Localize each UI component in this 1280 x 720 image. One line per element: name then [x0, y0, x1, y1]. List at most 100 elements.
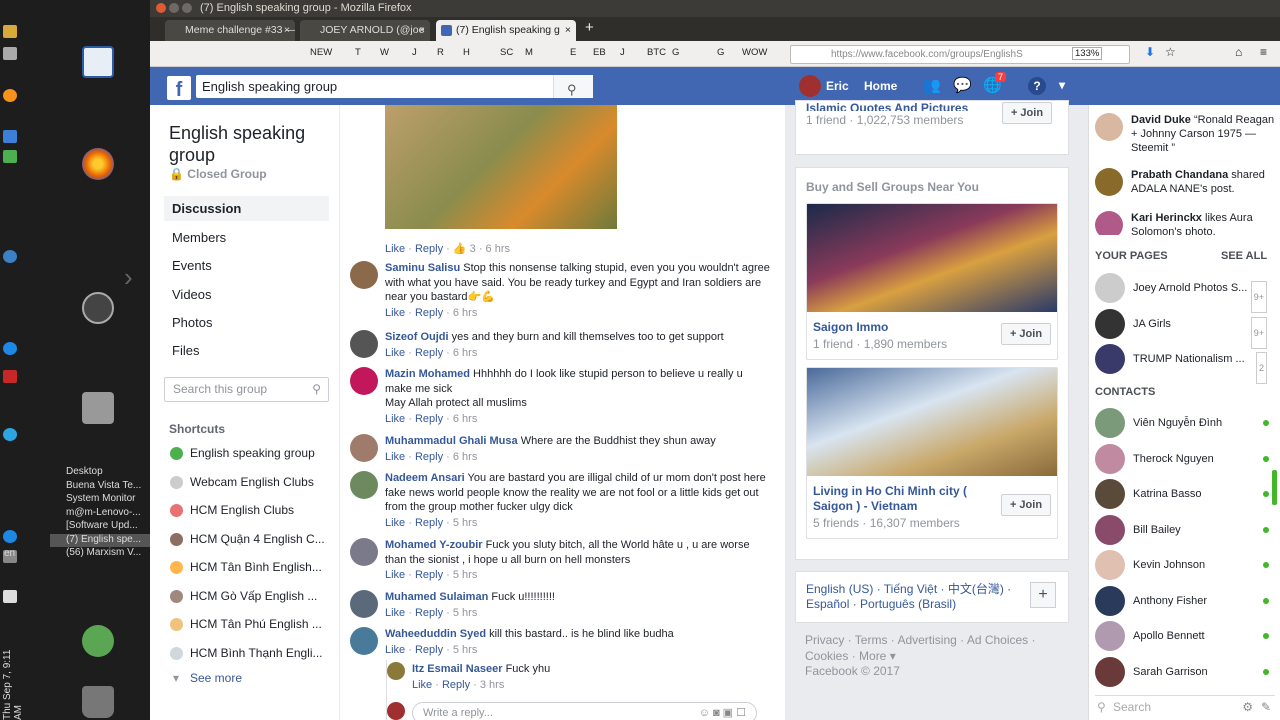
commenter-name[interactable]: Waheeduddin Syed — [385, 628, 486, 640]
maximize-window-icon[interactable] — [182, 3, 192, 13]
star-icon[interactable]: ☆ — [1165, 45, 1176, 59]
battery-icon[interactable] — [3, 590, 17, 603]
friend-requests-icon[interactable]: 👥 — [922, 76, 941, 94]
like-link[interactable]: Like — [385, 347, 405, 359]
bookmark[interactable]: H — [463, 47, 470, 58]
commenter-name[interactable]: Saminu Salisu — [385, 262, 460, 274]
window-item[interactable]: m@m-Lenovo-... — [50, 507, 150, 521]
like-reaction-icon[interactable]: 👍 — [453, 243, 467, 255]
contact-item[interactable]: Anthony Fisher — [1095, 586, 1275, 616]
nav-discussion[interactable]: Discussion — [164, 196, 329, 221]
avatar[interactable] — [350, 330, 378, 358]
avatar[interactable] — [350, 261, 378, 289]
tab-active[interactable]: (7) English speaking g × — [436, 20, 576, 41]
reply-link[interactable]: Reply — [415, 451, 443, 463]
reply-link[interactable]: Reply — [415, 307, 443, 319]
app-icon[interactable] — [3, 47, 17, 60]
home-icon[interactable]: ⌂ — [1235, 45, 1242, 59]
shortcut-item[interactable]: HCM Quận 4 English C... — [170, 532, 330, 546]
avatar[interactable] — [350, 627, 378, 655]
download-icon[interactable]: ⬇ — [1145, 45, 1155, 59]
avatar[interactable] — [350, 538, 378, 566]
chat-search-input[interactable]: ⚲ Search ⚙ ✎ — [1095, 695, 1275, 717]
window-item[interactable]: Desktop — [50, 466, 150, 480]
trash-icon[interactable] — [82, 686, 114, 718]
bookmark[interactable]: E — [570, 47, 576, 58]
chromium-icon[interactable] — [82, 292, 114, 324]
timestamp[interactable]: 5 hrs — [453, 517, 477, 529]
gear-icon[interactable]: ⚙ — [1242, 696, 1253, 718]
bookmark[interactable]: J — [620, 47, 625, 58]
nav-events[interactable]: Events — [164, 253, 329, 278]
avatar[interactable] — [350, 367, 378, 395]
join-button[interactable]: + Join — [1001, 494, 1051, 516]
group-name[interactable]: Living in Ho Chi Minh city ( Saigon ) - … — [807, 476, 997, 514]
bookmark[interactable]: EB — [593, 47, 606, 58]
commenter-name[interactable]: Mazin Mohamed — [385, 368, 470, 380]
group-title[interactable]: English speaking group — [169, 122, 329, 166]
group-cover-image[interactable] — [807, 368, 1057, 476]
app-icon[interactable] — [3, 25, 17, 38]
group-search-input[interactable]: Search this group ⚲ — [164, 377, 329, 402]
like-link[interactable]: Like — [385, 307, 405, 319]
contact-item[interactable]: Kevin Johnson — [1095, 550, 1275, 580]
new-tab-icon[interactable]: + — [585, 19, 594, 36]
avatar[interactable] — [387, 662, 405, 680]
document-icon[interactable] — [82, 46, 114, 78]
contact-item[interactable]: Apollo Bennett — [1095, 621, 1275, 651]
chevron-right-icon[interactable]: › — [124, 262, 133, 293]
messages-icon[interactable]: 💬 — [953, 76, 972, 94]
like-link[interactable]: Like — [412, 679, 432, 691]
bookmark[interactable]: SC — [500, 47, 513, 58]
commenter-name[interactable]: Nadeem Ansari — [385, 472, 465, 484]
reply-link[interactable]: Reply — [442, 679, 470, 691]
commenter-name[interactable]: Muhamed Sulaiman — [385, 591, 488, 603]
shortcut-item[interactable]: English speaking group — [170, 446, 330, 460]
timestamp[interactable]: 6 hrs — [453, 413, 477, 425]
commenter-name[interactable]: Sizeof Oujdi — [385, 331, 449, 343]
reply-link[interactable]: Reply — [415, 517, 443, 529]
like-link[interactable]: Like — [385, 517, 405, 529]
close-tab-icon[interactable]: × — [284, 20, 290, 41]
join-button[interactable]: + Join — [1002, 102, 1052, 124]
app-icon[interactable] — [3, 250, 17, 263]
group-name[interactable]: Saigon Immo — [807, 312, 997, 335]
shortcut-item[interactable]: HCM Tân Phú English ... — [170, 617, 330, 631]
like-link[interactable]: Like — [385, 243, 405, 255]
join-button[interactable]: + Join — [1001, 323, 1051, 345]
search-input[interactable]: English speaking group ⚲ — [196, 75, 593, 98]
filezilla-icon[interactable] — [3, 370, 17, 383]
like-link[interactable]: Like — [385, 607, 405, 619]
reply-link[interactable]: Reply — [415, 644, 443, 656]
window-item[interactable]: [Software Upd... — [50, 520, 150, 534]
language-indicator[interactable]: en — [4, 548, 15, 559]
close-tab-icon[interactable]: × — [419, 20, 425, 41]
reply-link[interactable]: Reply — [415, 413, 443, 425]
window-item[interactable]: (7) English spe... — [50, 533, 150, 547]
home-link[interactable]: Home — [864, 79, 897, 93]
group-cover-image[interactable] — [807, 204, 1057, 312]
ticker-item[interactable]: Kari Herinckx likes Aura Solomon's photo… — [1095, 211, 1275, 235]
clock[interactable]: Thu Sep 7, 9:11 AM — [2, 640, 24, 720]
avatar[interactable] — [350, 471, 378, 499]
nav-videos[interactable]: Videos — [164, 282, 329, 307]
post-image[interactable] — [385, 105, 617, 229]
shortcut-item[interactable]: HCM English Clubs — [170, 503, 330, 517]
facebook-logo-icon[interactable]: f — [167, 76, 191, 101]
search-button[interactable]: ⚲ — [553, 75, 593, 98]
like-link[interactable]: Like — [385, 451, 405, 463]
add-language-button[interactable]: + — [1030, 582, 1056, 608]
shortcut-item[interactable]: Webcam English Clubs — [170, 475, 330, 489]
see-more-link[interactable]: ▾ See more — [170, 671, 330, 685]
commenter-name[interactable]: Mohamed Y-zoubir — [385, 539, 483, 551]
nav-members[interactable]: Members — [164, 225, 329, 250]
app-icon[interactable] — [3, 150, 17, 163]
close-window-icon[interactable] — [156, 3, 166, 13]
commenter-name[interactable]: Itz Esmail Naseer — [412, 663, 503, 675]
contact-item[interactable]: Viên Nguyễn Đình — [1095, 408, 1275, 438]
contact-item[interactable]: Therock Nguyen — [1095, 444, 1275, 474]
tab[interactable]: Meme challenge #33 — × — [165, 20, 295, 41]
bookmark[interactable]: W — [380, 47, 389, 58]
avatar[interactable] — [350, 590, 378, 618]
compose-icon[interactable]: ✎ — [1261, 696, 1271, 718]
